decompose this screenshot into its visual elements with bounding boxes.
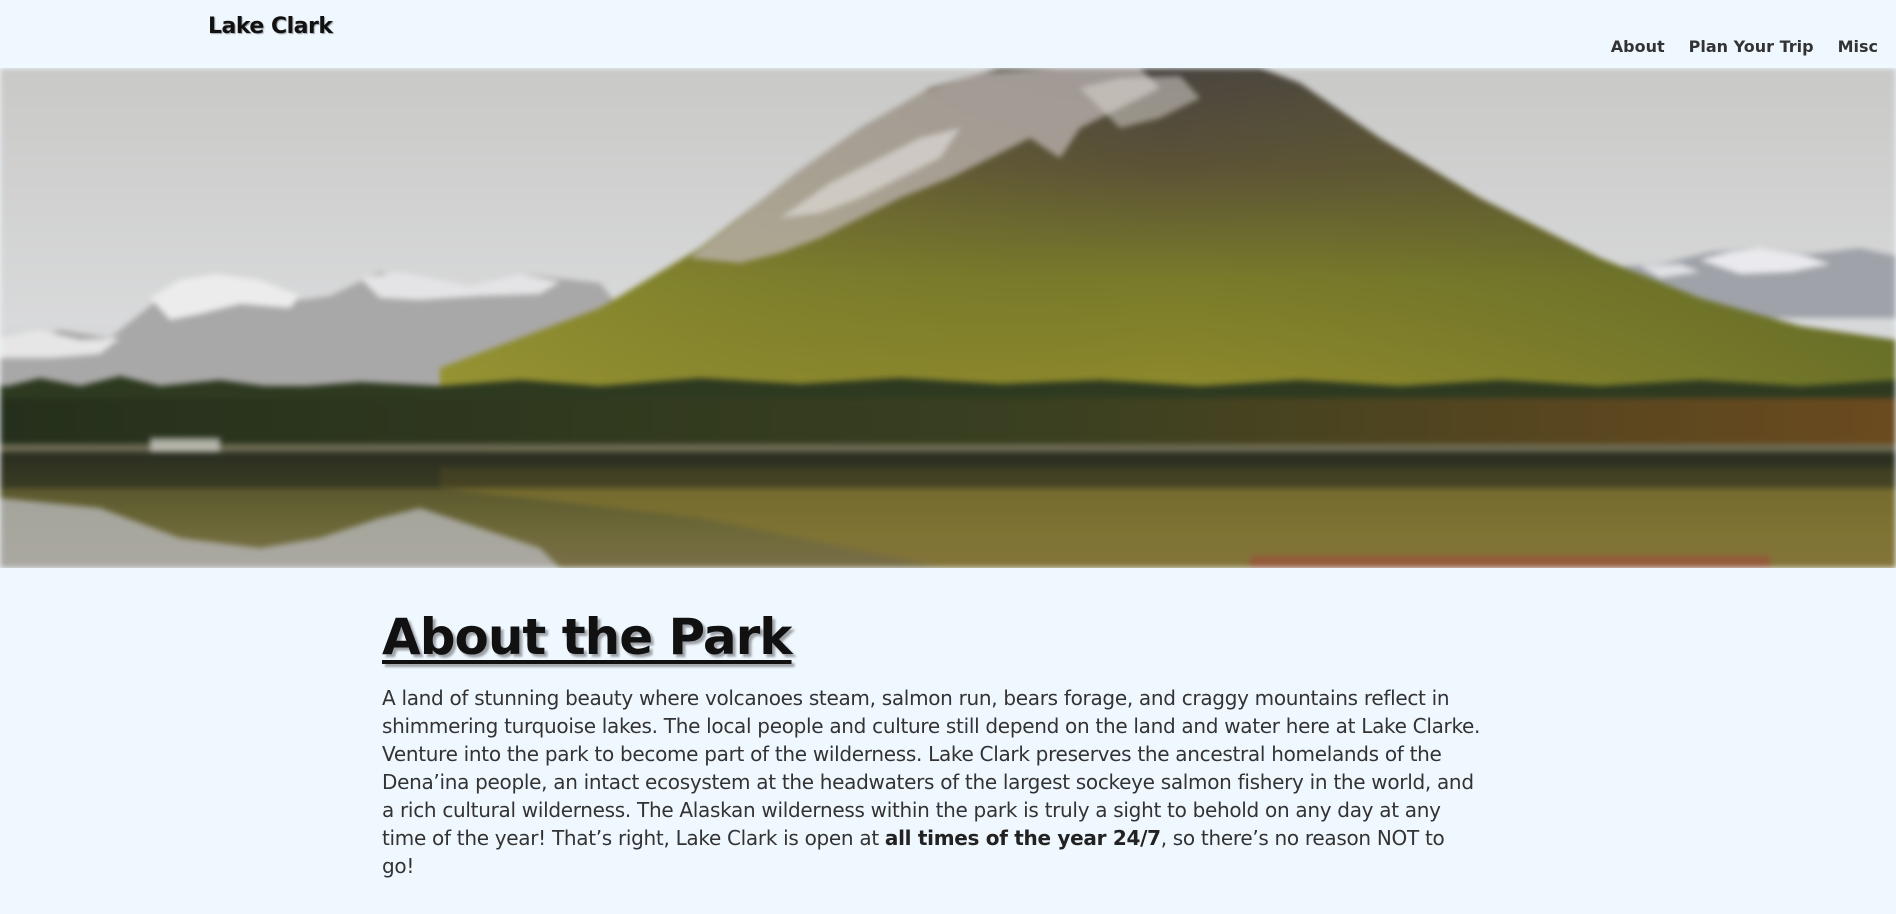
about-text-emphasis: all times of the year 24/7 <box>884 826 1161 850</box>
main-nav: About Plan Your Trip Misc <box>1587 37 1878 56</box>
site-brand[interactable]: Lake Clark <box>208 14 333 39</box>
main-content: About the Park A land of stunning beauty… <box>382 608 1482 880</box>
nav-link-misc[interactable]: Misc <box>1838 37 1878 56</box>
hero-image <box>0 68 1896 568</box>
nav-link-plan-your-trip[interactable]: Plan Your Trip <box>1689 37 1814 56</box>
mountain-lake-landscape <box>0 68 1896 568</box>
page-title: About the Park <box>382 608 793 666</box>
about-paragraph: A land of stunning beauty where volcanoe… <box>382 684 1482 880</box>
site-header: Lake Clark About Plan Your Trip Misc <box>0 0 1896 68</box>
nav-link-about[interactable]: About <box>1611 37 1665 56</box>
